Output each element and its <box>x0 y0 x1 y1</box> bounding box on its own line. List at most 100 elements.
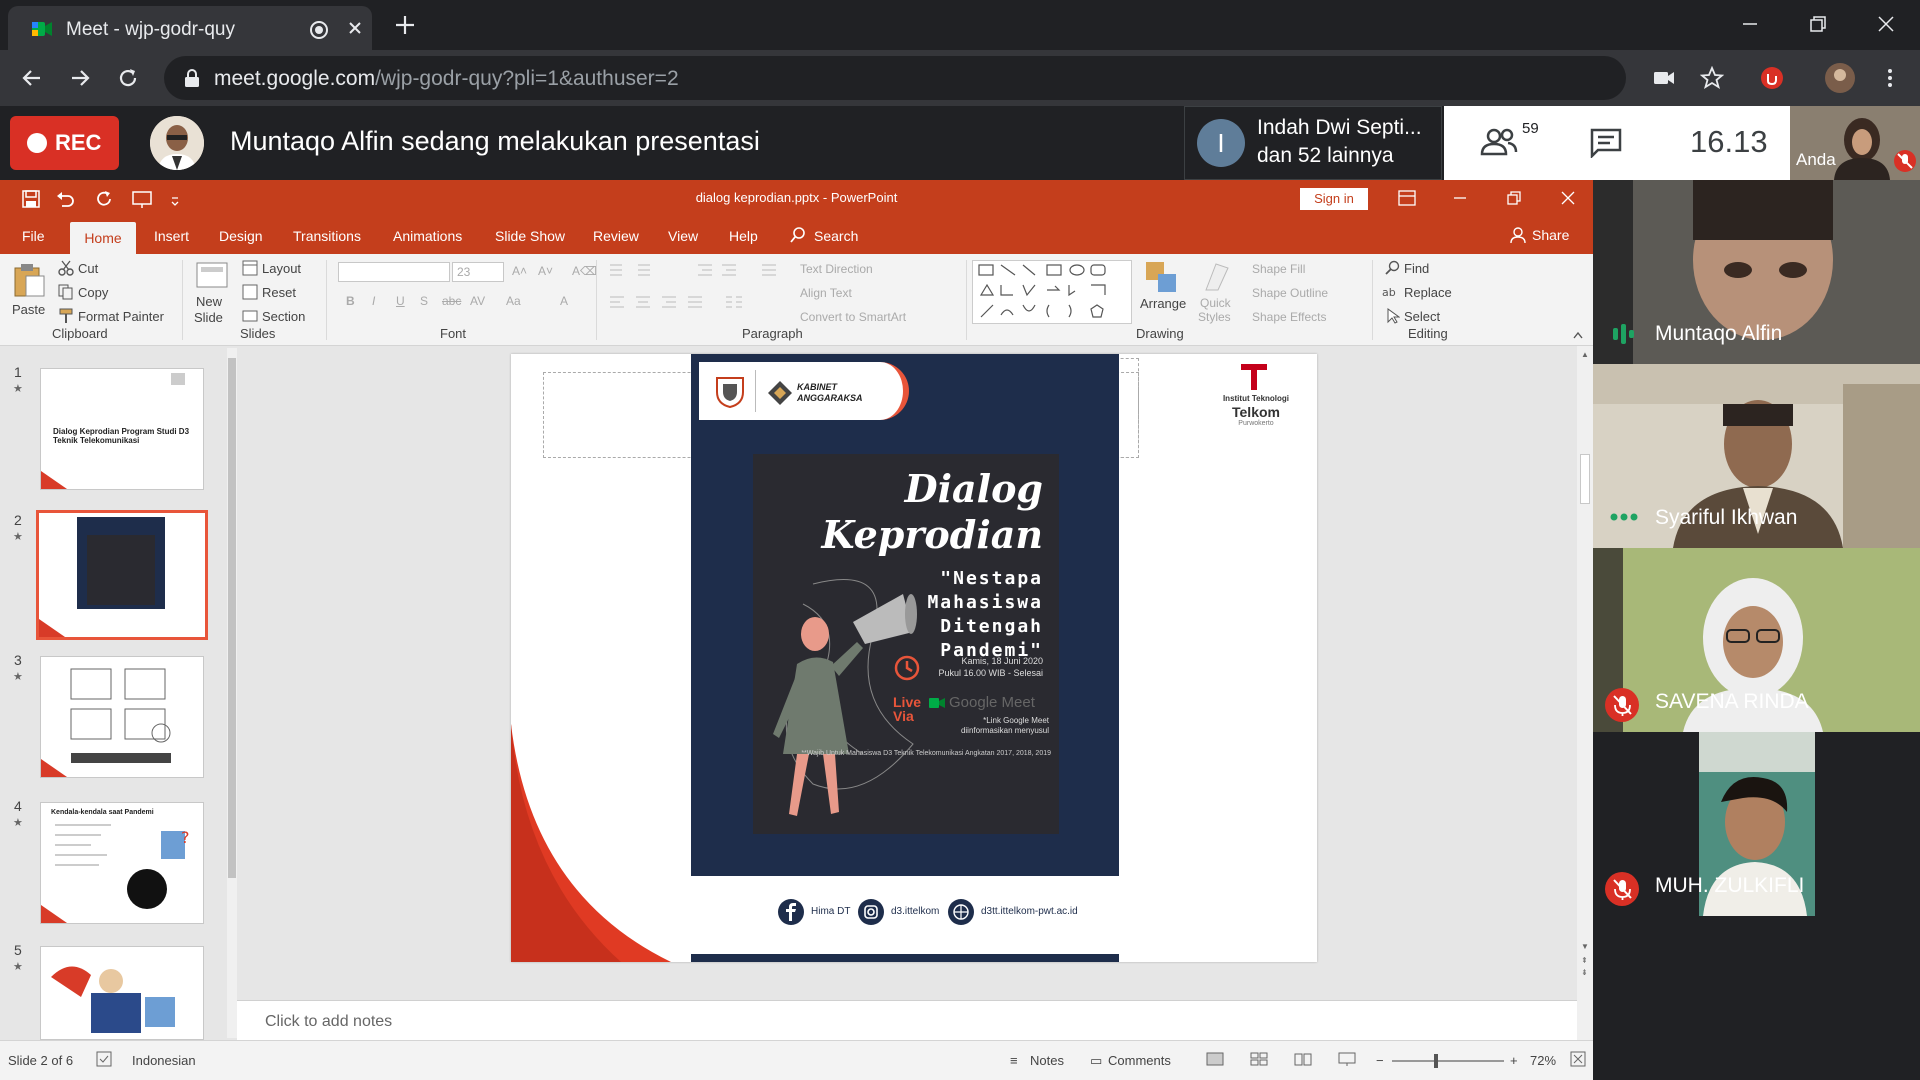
tab-file[interactable]: File <box>22 228 45 244</box>
change-case-icon[interactable]: Aa <box>506 294 521 308</box>
participant-tile[interactable]: Muntaqo Alfin <box>1593 180 1920 364</box>
line-spacing-icon[interactable] <box>760 262 780 278</box>
profile-avatar[interactable] <box>1824 62 1856 94</box>
quick-styles-icon[interactable] <box>1202 260 1232 294</box>
new-slide-icon[interactable] <box>196 262 228 290</box>
normal-view-icon[interactable] <box>1206 1051 1224 1067</box>
bookmark-star-icon[interactable] <box>1700 66 1724 90</box>
camera-icon[interactable] <box>1652 66 1676 90</box>
self-video-tile[interactable]: Anda <box>1790 106 1920 180</box>
comments-icon[interactable]: ▭ <box>1090 1053 1102 1069</box>
replace-button[interactable]: Replace <box>1404 285 1452 300</box>
tab-help[interactable]: Help <box>729 228 758 244</box>
scroll-up-icon[interactable]: ▲ <box>1581 350 1589 359</box>
slideshow-view-icon[interactable] <box>1338 1051 1356 1067</box>
reading-view-icon[interactable] <box>1294 1051 1312 1067</box>
slide-sorter-icon[interactable] <box>1250 1051 1268 1067</box>
grow-font-icon[interactable]: A˄ <box>512 264 527 278</box>
fit-slide-icon[interactable] <box>1570 1051 1586 1067</box>
sign-in-button[interactable]: Sign in <box>1300 188 1368 210</box>
bold-icon[interactable]: B <box>346 294 355 308</box>
align-text-button[interactable]: Align Text <box>800 286 852 300</box>
select-button[interactable]: Select <box>1404 309 1440 324</box>
font-name-box[interactable] <box>338 262 450 282</box>
slide-vertical-scrollbar[interactable]: ▲ ▼ ⇞ ⇟ <box>1577 346 1593 1040</box>
underline-icon[interactable]: U <box>396 294 405 308</box>
tab-slide-show[interactable]: Slide Show <box>495 228 565 244</box>
slide-thumbnail-3[interactable] <box>40 656 204 778</box>
shape-outline-button[interactable]: Shape Outline <box>1252 286 1328 300</box>
tab-close-icon[interactable] <box>348 21 362 35</box>
reload-icon[interactable] <box>116 66 140 90</box>
reset-button[interactable]: Reset <box>262 285 296 300</box>
tab-review[interactable]: Review <box>593 228 639 244</box>
new-slide-button-line2[interactable]: Slide <box>194 310 223 325</box>
spellcheck-icon[interactable] <box>96 1051 112 1067</box>
quick-styles-line1[interactable]: Quick <box>1200 296 1231 310</box>
tell-me-search[interactable]: Search <box>814 228 858 244</box>
current-slide[interactable]: Institut Teknologi Telkom Purwokerto KAB… <box>511 354 1317 962</box>
text-direction-button[interactable]: Text Direction <box>800 262 873 276</box>
ppt-minimize-icon[interactable] <box>1452 190 1468 206</box>
scroll-down-icon[interactable]: ▼ <box>1581 942 1589 951</box>
new-tab-icon[interactable] <box>394 14 416 36</box>
zoom-level[interactable]: 72% <box>1530 1053 1556 1068</box>
ribbon-display-options-icon[interactable] <box>1398 190 1416 206</box>
forward-icon[interactable] <box>68 66 92 90</box>
participant-tile[interactable]: SAVENA RINDA <box>1593 548 1920 732</box>
shapes-gallery[interactable] <box>972 260 1132 324</box>
prev-slide-icon[interactable]: ⇞ <box>1581 956 1588 965</box>
share-button[interactable]: Share <box>1510 227 1569 243</box>
ppt-restore-icon[interactable] <box>1506 190 1522 206</box>
font-color-icon[interactable]: A <box>560 294 568 308</box>
italic-icon[interactable]: I <box>372 294 375 308</box>
notes-toggle-icon[interactable]: ≡ <box>1010 1053 1018 1068</box>
cut-button[interactable]: Cut <box>78 261 98 276</box>
tab-animations[interactable]: Animations <box>393 228 462 244</box>
chat-notification[interactable]: I Indah Dwi Septi... dan 52 lainnya <box>1184 106 1442 180</box>
participant-tile[interactable]: Syariful Ikhwan <box>1593 364 1920 548</box>
recording-badge[interactable]: REC <box>10 116 119 170</box>
char-spacing-icon[interactable]: AV <box>470 294 485 308</box>
tab-design[interactable]: Design <box>219 228 263 244</box>
arrange-button[interactable]: Arrange <box>1140 296 1186 311</box>
align-icons[interactable] <box>608 294 738 310</box>
ppt-close-icon[interactable] <box>1560 190 1576 206</box>
convert-smartart-button[interactable]: Convert to SmartArt <box>800 310 906 324</box>
slide-thumbnail-5[interactable] <box>40 946 204 1040</box>
lock-icon[interactable] <box>184 69 200 87</box>
shrink-font-icon[interactable]: A˅ <box>538 264 553 278</box>
zoom-out-icon[interactable]: − <box>1376 1053 1384 1068</box>
extension-icon[interactable] <box>1760 66 1784 90</box>
format-painter-button[interactable]: Format Painter <box>78 309 164 324</box>
arrange-icon[interactable] <box>1144 260 1180 294</box>
shape-effects-button[interactable]: Shape Effects <box>1252 310 1327 324</box>
section-button[interactable]: Section <box>262 309 305 324</box>
slide-thumbnail-4[interactable]: Kendala-kendala saat Pandemi ? <box>40 802 204 924</box>
zoom-in-icon[interactable]: + <box>1510 1053 1518 1068</box>
notes-pane[interactable]: Click to add notes <box>237 1000 1577 1040</box>
layout-button[interactable]: Layout <box>262 261 301 276</box>
columns-icon[interactable] <box>724 294 744 310</box>
copy-button[interactable]: Copy <box>78 285 108 300</box>
collapse-ribbon-icon[interactable] <box>1572 330 1584 340</box>
participant-tile[interactable]: MUH. ZULKIFLI <box>1593 732 1920 916</box>
notes-toggle-button[interactable]: Notes <box>1030 1053 1064 1068</box>
people-icon[interactable] <box>1480 126 1520 158</box>
slide-thumbnail-1[interactable]: Dialog Keprodian Program Studi D3 Teknik… <box>40 368 204 490</box>
quick-styles-line2[interactable]: Styles <box>1198 310 1231 324</box>
browser-menu-icon[interactable] <box>1878 66 1902 90</box>
close-window-icon[interactable] <box>1876 14 1896 34</box>
browser-tab[interactable]: Meet - wjp-godr-quy <box>8 6 372 50</box>
tab-transitions[interactable]: Transitions <box>293 228 361 244</box>
find-button[interactable]: Find <box>1404 261 1429 276</box>
clear-formatting-icon[interactable]: A⌫ <box>572 264 597 278</box>
new-slide-button-line1[interactable]: New <box>196 294 222 309</box>
minimize-icon[interactable] <box>1740 14 1760 34</box>
next-slide-icon[interactable]: ⇟ <box>1581 968 1588 977</box>
indent-icons[interactable] <box>696 262 746 278</box>
slide-thumbnail-2[interactable] <box>36 510 208 640</box>
chat-icon[interactable] <box>1590 128 1622 158</box>
tab-insert[interactable]: Insert <box>154 228 189 244</box>
font-size-box[interactable]: 23 <box>452 262 504 282</box>
